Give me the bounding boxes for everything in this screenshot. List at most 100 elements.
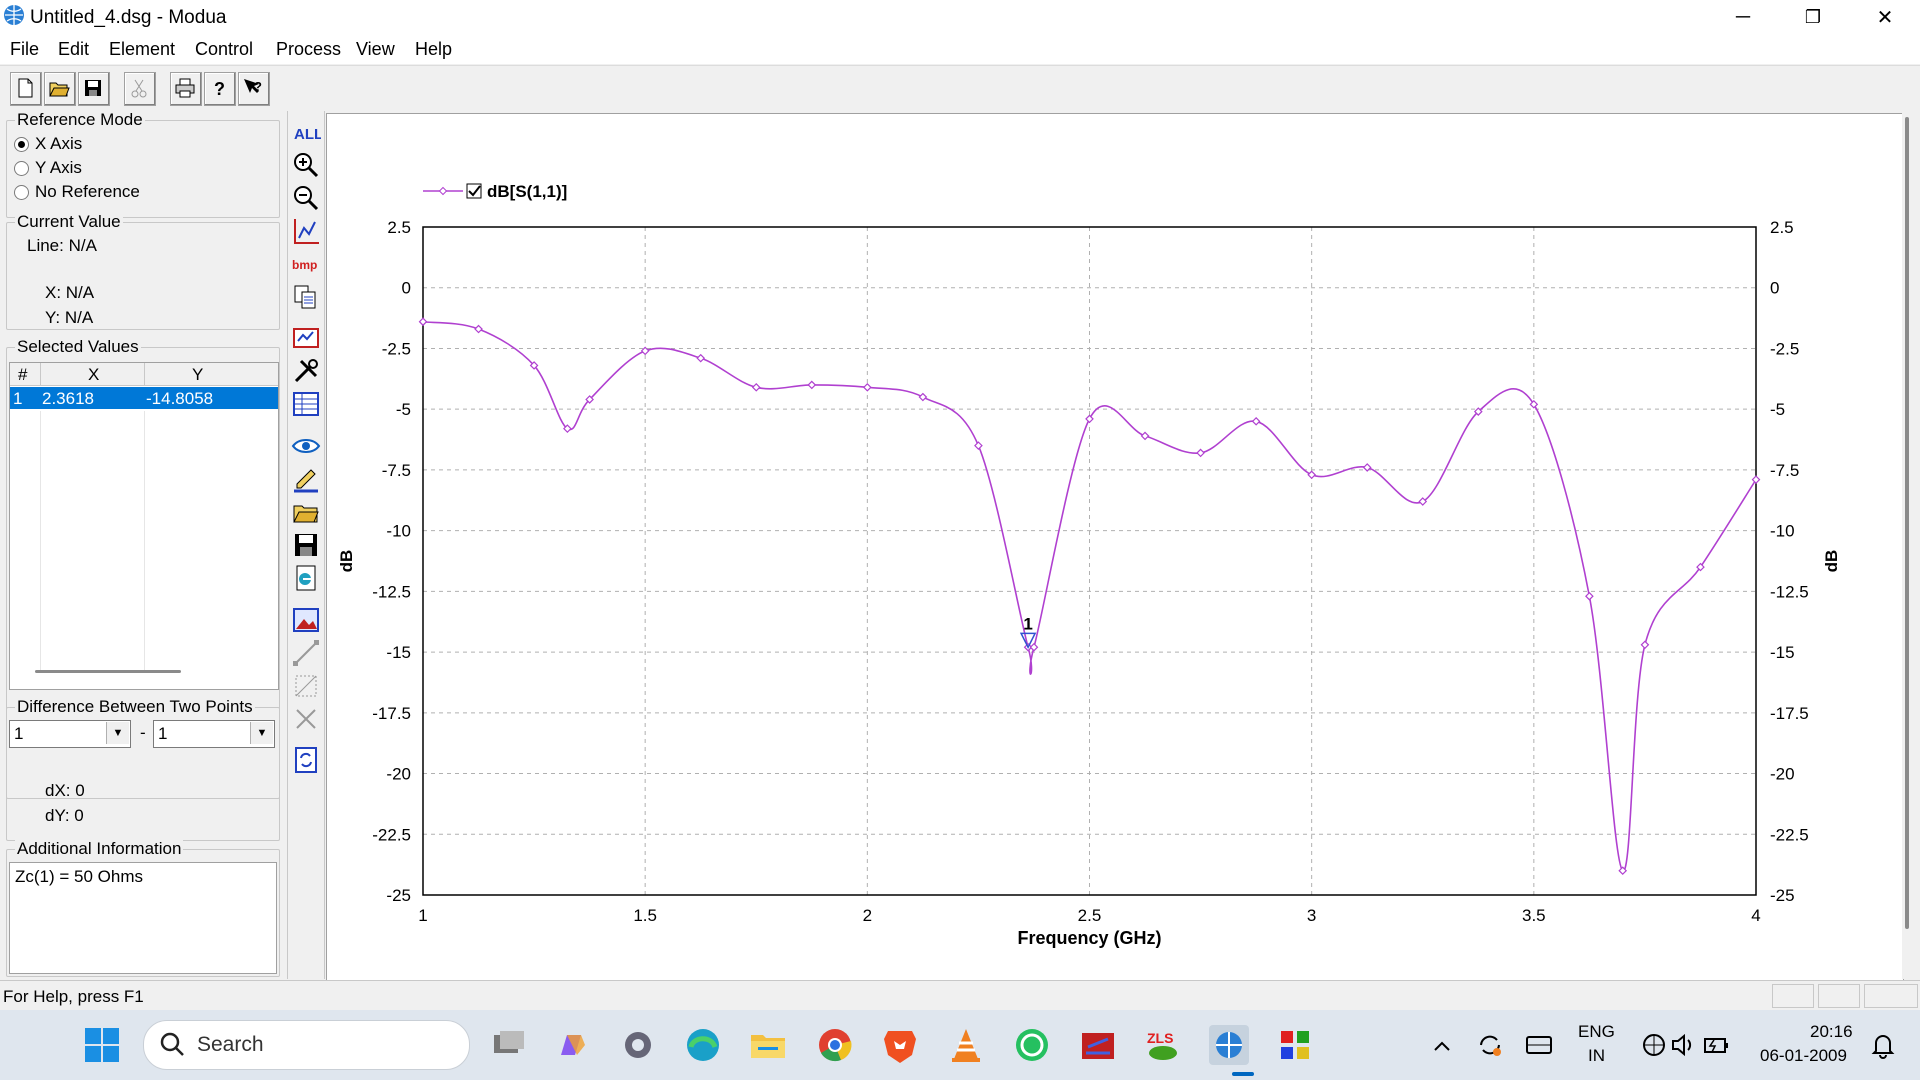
menu-edit[interactable]: Edit	[58, 39, 89, 60]
task-view-icon	[494, 1031, 524, 1053]
chart-svg[interactable]: 1 1.5 2 2.5 3 3.5 4 2.5 2.5 0 0 -2.5 -2.5 -5 -5 -7.5 -7.…	[327, 114, 1903, 980]
task-view-button[interactable]	[488, 1025, 528, 1065]
edge-button[interactable]	[683, 1025, 723, 1065]
point-b-select[interactable]: 1 ▼	[153, 720, 275, 748]
clock-time[interactable]: 20:16	[1810, 1022, 1853, 1042]
show-hidden-icons-button[interactable]	[1430, 1030, 1454, 1060]
y-tick-label: -12.5	[372, 582, 411, 601]
zoom-out-button[interactable]	[291, 183, 321, 213]
data-point	[918, 392, 928, 402]
difference-legend: Difference Between Two Points	[15, 697, 255, 717]
menu-view[interactable]: View	[356, 39, 395, 60]
open-curve-button[interactable]	[291, 497, 321, 527]
zoom-in-button[interactable]	[291, 150, 321, 180]
y-tick-label-right: -15	[1770, 643, 1795, 662]
menu-process[interactable]: Process	[276, 39, 341, 60]
region-indicator[interactable]: IN	[1588, 1046, 1605, 1066]
image-button[interactable]	[291, 605, 321, 635]
zoom-in-icon	[294, 153, 319, 178]
copilot-button[interactable]	[553, 1025, 593, 1065]
additional-info-box[interactable]: Zc(1) = 50 Ohms	[9, 862, 277, 974]
y-tick-label-right: -17.5	[1770, 704, 1809, 723]
delta-y-value: dY: 0	[45, 806, 84, 825]
new-file-button[interactable]	[10, 72, 42, 106]
minimize-button[interactable]: ─	[1708, 0, 1778, 34]
brave-button[interactable]	[880, 1025, 920, 1065]
y-tick-label: -20	[386, 765, 411, 784]
context-help-button[interactable]: ?	[238, 72, 270, 106]
zoom-out-icon	[294, 186, 319, 211]
system-tray-status[interactable]	[1640, 1030, 1730, 1060]
graph-panel[interactable]: 1 1.5 2 2.5 3 3.5 4 2.5 2.5 0 0 -2.5 -2.5 -5 -5 -7.5 -7.…	[326, 113, 1904, 981]
taskbar-search[interactable]: Search	[143, 1020, 470, 1070]
selected-values-list[interactable]: # X Y 1 2.3618 -14.8058	[9, 362, 279, 690]
radio-x-axis[interactable]: X Axis	[14, 134, 82, 154]
menu-file[interactable]: File	[10, 39, 39, 60]
data-point	[1196, 448, 1205, 458]
restore-button[interactable]: ❐	[1778, 0, 1848, 34]
radio-no-reference[interactable]: No Reference	[14, 182, 140, 202]
point-a-select[interactable]: 1 ▼	[9, 720, 131, 748]
taskbar: Search ZLS ENG IN 20:16 06-01-2009	[0, 1010, 1920, 1080]
table-button[interactable]	[291, 389, 321, 419]
plot-frame	[422, 226, 1757, 896]
grid-tool-button[interactable]	[291, 671, 321, 701]
line-tool-button[interactable]	[291, 638, 321, 668]
edge-icon	[687, 1029, 719, 1061]
open-button[interactable]	[44, 72, 76, 106]
save-curve-button[interactable]	[291, 530, 321, 560]
vertical-scrollbar[interactable]	[1902, 113, 1920, 979]
column-header-x[interactable]: X	[88, 365, 99, 385]
active-app-indicator	[1232, 1072, 1254, 1076]
export-button[interactable]	[291, 563, 321, 593]
marker-button[interactable]	[291, 323, 321, 353]
vlc-button[interactable]	[946, 1025, 986, 1065]
delete-icon	[296, 709, 316, 729]
tools-button[interactable]	[291, 356, 321, 386]
modua-button[interactable]	[1209, 1025, 1249, 1065]
menu-help[interactable]: Help	[415, 39, 452, 60]
cut-button[interactable]	[124, 72, 156, 106]
windows-logo-icon	[85, 1028, 119, 1062]
copy-button[interactable]	[291, 282, 321, 312]
volume-icon	[1672, 1033, 1692, 1057]
x-tick-label: 4	[1751, 906, 1760, 925]
clock-date[interactable]: 06-01-2009	[1760, 1046, 1847, 1066]
y-tick-label-right: 0	[1770, 279, 1779, 298]
whatsapp-button[interactable]	[1012, 1025, 1052, 1065]
menu-element[interactable]: Element	[109, 39, 175, 60]
horizontal-scrollbar[interactable]	[35, 670, 181, 673]
chart-axis-button[interactable]	[291, 216, 321, 246]
table-row[interactable]: 1 2.3618 -14.8058	[10, 387, 278, 409]
zeland-button[interactable]	[1078, 1025, 1118, 1065]
radio-y-axis[interactable]: Y Axis	[14, 158, 82, 178]
delete-button[interactable]	[291, 704, 321, 734]
print-button[interactable]	[170, 72, 202, 106]
eye-button[interactable]	[291, 431, 321, 461]
chrome-icon	[819, 1029, 852, 1062]
file-explorer-button[interactable]	[748, 1025, 788, 1065]
save-button[interactable]	[78, 72, 110, 106]
scrollbar-thumb[interactable]	[1905, 117, 1909, 929]
language-indicator[interactable]: ENG	[1578, 1022, 1615, 1042]
chrome-button[interactable]	[815, 1025, 855, 1065]
all-button[interactable]: ALL	[291, 117, 323, 147]
app-button[interactable]	[1275, 1025, 1315, 1065]
column-header-y[interactable]: Y	[192, 365, 203, 385]
notifications-button[interactable]	[1868, 1030, 1898, 1060]
refresh-icon	[295, 747, 317, 773]
start-button[interactable]	[82, 1025, 122, 1065]
refresh-button[interactable]	[291, 745, 321, 775]
settings-button[interactable]	[618, 1025, 658, 1065]
help-button[interactable]: ?	[204, 72, 236, 106]
close-button[interactable]: ✕	[1850, 0, 1920, 34]
bmp-button[interactable]: bmp	[291, 249, 321, 279]
column-header-index[interactable]: #	[18, 365, 27, 385]
sync-tray-button[interactable]	[1475, 1030, 1505, 1060]
pen-button[interactable]	[291, 464, 321, 494]
zls-button[interactable]: ZLS	[1143, 1025, 1183, 1065]
whatsapp-icon	[1016, 1029, 1048, 1061]
tools-icon	[294, 359, 318, 383]
menu-control[interactable]: Control	[195, 39, 253, 60]
keyboard-tray-button[interactable]	[1524, 1030, 1554, 1060]
